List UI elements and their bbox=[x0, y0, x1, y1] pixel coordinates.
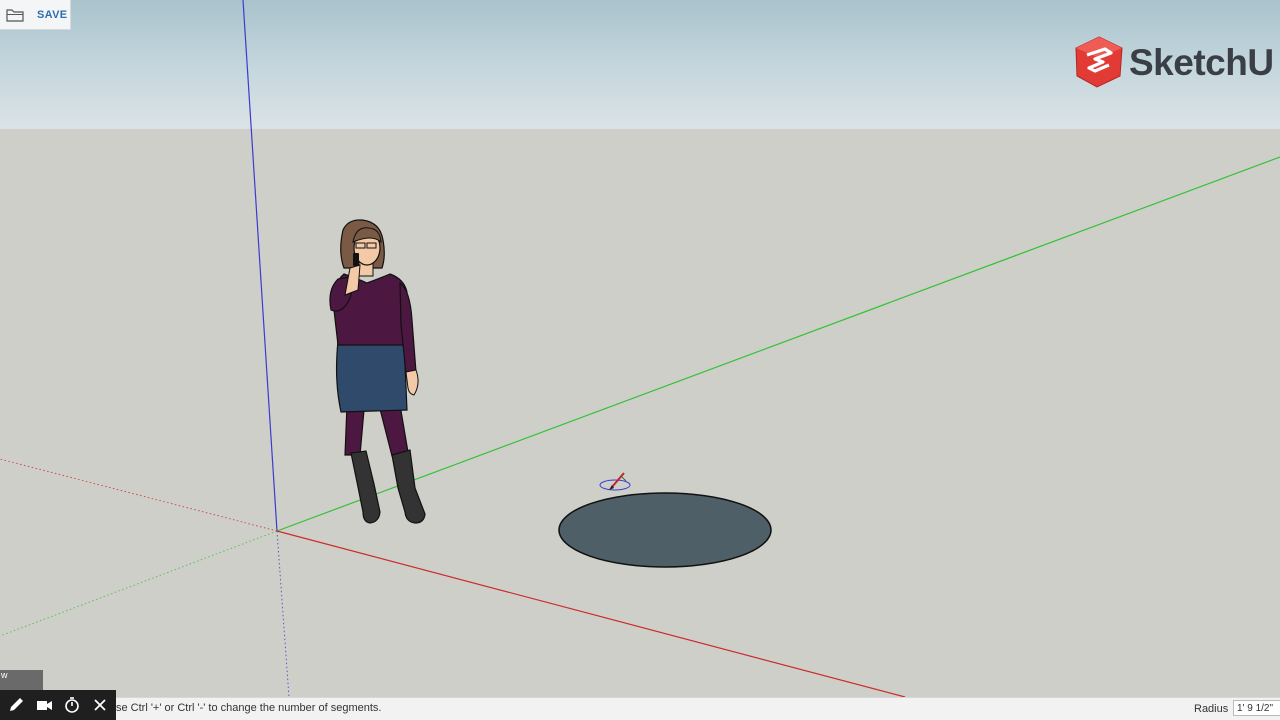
logo-wordmark: SketchU bbox=[1129, 41, 1274, 83]
model-viewport[interactable] bbox=[0, 0, 1280, 697]
video-camera-icon[interactable] bbox=[34, 695, 54, 715]
scene-canvas[interactable] bbox=[0, 0, 1280, 697]
circle-face[interactable] bbox=[558, 492, 772, 568]
person-figure[interactable] bbox=[329, 219, 426, 524]
measurements-input[interactable] bbox=[1233, 700, 1280, 716]
folder-icon bbox=[6, 8, 24, 22]
blue-axis-negative bbox=[276, 530, 290, 697]
green-axis-negative bbox=[0, 530, 278, 637]
recorder-toolbar bbox=[0, 690, 116, 720]
sketchup-logo: SketchU bbox=[1075, 36, 1274, 88]
circle-tool-cursor-icon bbox=[599, 472, 631, 491]
status-bar: se Ctrl '+' or Ctrl '-' to change the nu… bbox=[0, 697, 1280, 720]
stopwatch-icon[interactable] bbox=[62, 695, 82, 715]
pencil-icon[interactable] bbox=[6, 695, 26, 715]
recorder-tab[interactable]: w bbox=[0, 670, 43, 690]
save-label: SAVE bbox=[37, 8, 68, 21]
status-hint-text: se Ctrl '+' or Ctrl '-' to change the nu… bbox=[116, 702, 382, 714]
blue-axis bbox=[242, 0, 278, 532]
red-axis-negative bbox=[0, 458, 278, 532]
green-axis bbox=[276, 156, 1280, 532]
close-icon[interactable] bbox=[90, 695, 110, 715]
measurements-label: Radius bbox=[1194, 703, 1229, 715]
save-button[interactable]: SAVE bbox=[0, 0, 71, 30]
sketchup-logo-icon bbox=[1075, 36, 1123, 88]
